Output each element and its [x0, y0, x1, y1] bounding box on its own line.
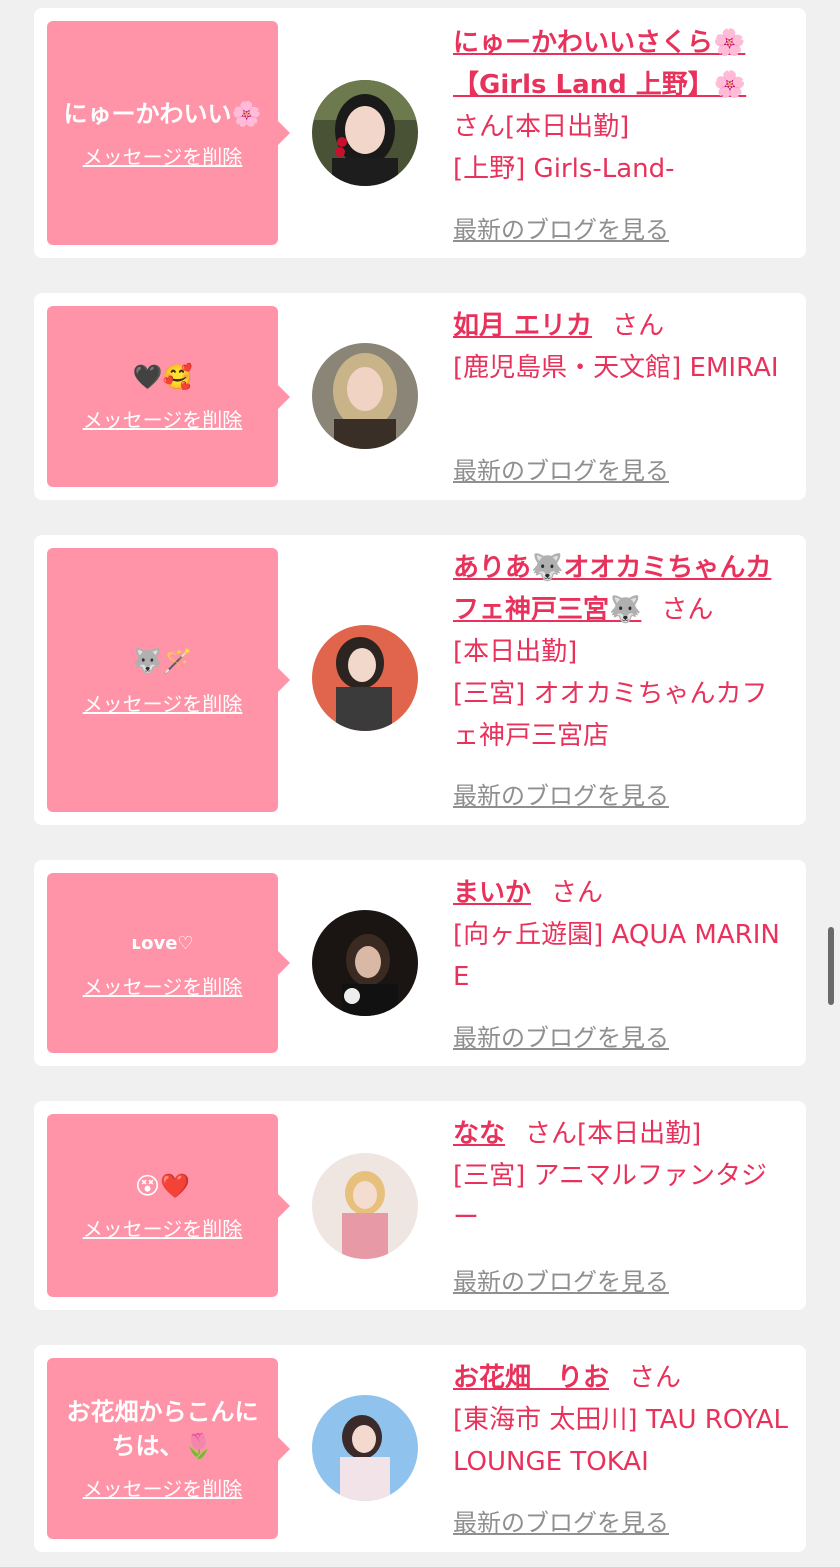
cast-info: 如月 エリカ さん [鹿児島県・天文館] EMIRAI — [453, 305, 788, 389]
cast-name-link[interactable]: お花畑 りお — [453, 1363, 609, 1393]
latest-blog-link[interactable]: 最新のブログを見る — [453, 1503, 669, 1538]
message-bubble: にゅーかわいい🌸 メッセージを削除 — [47, 21, 290, 245]
cast-name-link[interactable]: にゅーかわいいさくら🌸【Girls Land 上野】🌸 — [453, 28, 746, 100]
cast-info: まいか さん [向ヶ丘遊園] AQUA MARINE — [453, 872, 788, 998]
message-bubble: お花畑からこんにちは、🌷 メッセージを削除 — [47, 1358, 290, 1539]
cast-card: にゅーかわいい🌸 メッセージを削除 にゅーかわいいさくら🌸【Girls Land… — [34, 8, 806, 258]
shop-name: [三宮] オオカミちゃんカフェ神戸三宮店 — [453, 679, 768, 751]
cast-info: お花畑 りお さん [東海市 太田川] TAU ROYAL LOUNGE TOKA… — [453, 1357, 788, 1483]
honorific: さん — [661, 595, 714, 625]
work-status: [本日出勤] — [577, 1119, 702, 1149]
honorific: さん — [629, 1363, 682, 1393]
favorite-cast-list: にゅーかわいい🌸 メッセージを削除 にゅーかわいいさくら🌸【Girls Land… — [0, 0, 840, 1567]
honorific: さん — [453, 112, 506, 142]
message-text: 🐺🪄 — [132, 646, 193, 675]
avatar[interactable] — [312, 910, 418, 1016]
latest-blog-link[interactable]: 最新のブログを見る — [453, 1262, 669, 1297]
shop-name: [鹿児島県・天文館] EMIRAI — [453, 353, 779, 383]
delete-message-link[interactable]: メッセージを削除 — [83, 688, 243, 717]
cast-card: ʟove♡ メッセージを削除 まいか さん [向ヶ丘遊園] AQUA MARINE… — [34, 860, 806, 1066]
cast-info: ありあ🐺オオカミちゃんカフェ神戸三宮🐺 さん [本日出勤] [三宮] オオカミちゃ… — [453, 547, 788, 757]
cast-name-link[interactable]: ありあ🐺オオカミちゃんカフェ神戸三宮🐺 — [453, 553, 771, 625]
message-text: ʟove♡ — [131, 932, 194, 954]
message-bubble: ʟove♡ メッセージを削除 — [47, 873, 290, 1053]
message-text: にゅーかわいい🌸 — [63, 99, 262, 128]
honorific: さん — [525, 1119, 578, 1149]
message-text: 🖤🥰 — [132, 363, 193, 391]
delete-message-link[interactable]: メッセージを削除 — [83, 971, 243, 1000]
delete-message-link[interactable]: メッセージを削除 — [83, 1213, 243, 1242]
shop-name: [上野] Girls-Land- — [453, 154, 675, 184]
shop-name: [三宮] アニマルファンタジー — [453, 1161, 768, 1233]
cast-card: 😵❤️ メッセージを削除 なな さん[本日出勤] [三宮] アニマルファンタジー … — [34, 1101, 806, 1310]
message-text: 😵❤️ — [135, 1172, 190, 1200]
shop-name: [東海市 太田川] TAU ROYAL LOUNGE TOKAI — [453, 1405, 789, 1477]
cast-info: にゅーかわいいさくら🌸【Girls Land 上野】🌸 さん[本日出勤] [上野… — [453, 22, 788, 190]
cast-card: 🖤🥰 メッセージを削除 如月 エリカ さん [鹿児島県・天文館] EMIRAI 最… — [34, 293, 806, 500]
work-status: [本日出勤] — [453, 637, 578, 667]
latest-blog-link[interactable]: 最新のブログを見る — [453, 210, 669, 245]
avatar[interactable] — [312, 343, 418, 449]
message-bubble: 😵❤️ メッセージを削除 — [47, 1114, 290, 1297]
avatar[interactable] — [312, 80, 418, 186]
avatar[interactable] — [312, 1395, 418, 1501]
latest-blog-link[interactable]: 最新のブログを見る — [453, 1018, 669, 1053]
cast-name-link[interactable]: 如月 エリカ — [453, 311, 592, 341]
scrollbar[interactable] — [828, 927, 834, 1005]
message-text: お花畑からこんにちは、🌷 — [66, 1398, 259, 1460]
latest-blog-link[interactable]: 最新のブログを見る — [453, 451, 669, 486]
delete-message-link[interactable]: メッセージを削除 — [83, 404, 243, 433]
delete-message-link[interactable]: メッセージを削除 — [83, 141, 243, 170]
avatar[interactable] — [312, 625, 418, 731]
message-bubble: 🐺🪄 メッセージを削除 — [47, 548, 290, 812]
delete-message-link[interactable]: メッセージを削除 — [83, 1473, 243, 1502]
work-status: [本日出勤] — [505, 112, 630, 142]
message-bubble: 🖤🥰 メッセージを削除 — [47, 306, 290, 487]
cast-name-link[interactable]: まいか — [453, 878, 531, 908]
cast-card: お花畑からこんにちは、🌷 メッセージを削除 お花畑 りお さん [東海市 太田川]… — [34, 1345, 806, 1552]
cast-info: なな さん[本日出勤] [三宮] アニマルファンタジー — [453, 1113, 788, 1239]
honorific: さん — [551, 878, 604, 908]
shop-name: [向ヶ丘遊園] AQUA MARINE — [453, 920, 780, 992]
cast-name-link[interactable]: なな — [453, 1119, 505, 1149]
cast-card: 🐺🪄 メッセージを削除 ありあ🐺オオカミちゃんカフェ神戸三宮🐺 さん [本日出勤]… — [34, 535, 806, 825]
avatar[interactable] — [312, 1153, 418, 1259]
honorific: さん — [612, 311, 665, 341]
latest-blog-link[interactable]: 最新のブログを見る — [453, 776, 669, 811]
